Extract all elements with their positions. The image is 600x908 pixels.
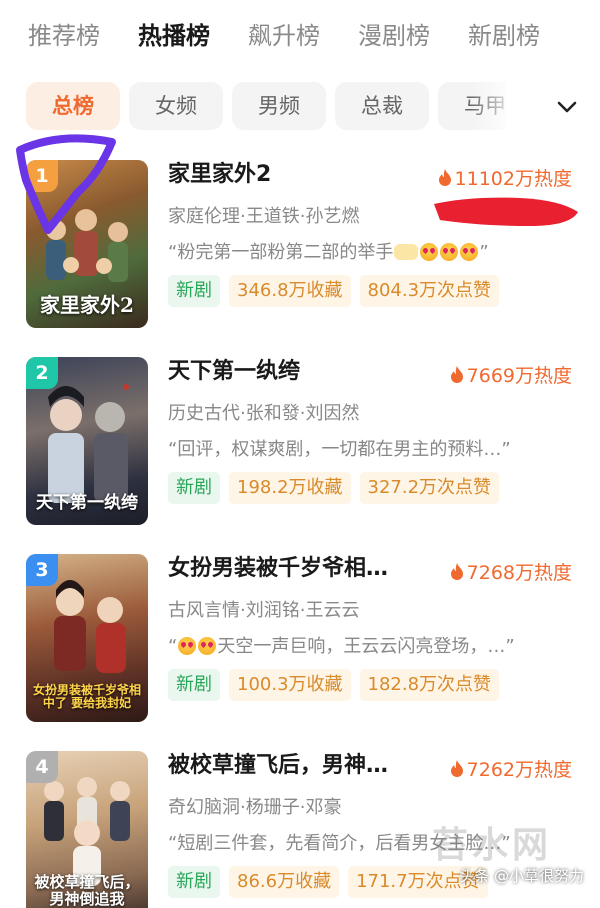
poster-title-text: 家里家外2 xyxy=(40,293,134,317)
drama-meta: 历史古代·张和發·刘因然 xyxy=(168,403,360,424)
drama-title[interactable]: 女扮男装被千岁爷相… xyxy=(168,554,408,584)
drama-tags: 新剧 346.8万收藏 804.3万次点赞 xyxy=(168,275,508,307)
drama-poster[interactable]: 2 天下第一纨绔 xyxy=(26,357,148,525)
new-drama-tag: 新剧 xyxy=(168,866,220,898)
favorites-count: 100.3万收藏 xyxy=(229,669,351,701)
drama-poster[interactable]: 4 被校草撞飞后，男神倒追我 xyxy=(26,751,148,908)
heat-value: 11102万热度 xyxy=(454,168,572,190)
heart-eyes-emoji-icon xyxy=(440,243,459,261)
drama-title[interactable]: 被校草撞飞后，男神… xyxy=(168,751,408,781)
heat-count: 7669万热度 xyxy=(450,361,572,388)
tab-new-drama[interactable]: 新剧榜 xyxy=(468,0,540,72)
poster-title-text: 天下第一纨绔 xyxy=(36,493,138,514)
drama-title[interactable]: 天下第一纨绔 xyxy=(168,357,408,387)
chip-female[interactable]: 女频 xyxy=(129,82,223,130)
heart-eyes-emoji-icon xyxy=(460,243,479,261)
drama-meta: 家庭伦理·王道铁·孙艺燃 xyxy=(168,206,360,227)
drama-poster[interactable]: 1 家里家外2 xyxy=(26,160,148,328)
favorites-count: 346.8万收藏 xyxy=(229,275,351,307)
likes-count: 804.3万次点赞 xyxy=(359,275,500,307)
heat-count: 11102万热度 xyxy=(438,164,572,191)
ranking-item[interactable]: 1 家里家外2 家里家外2 11102万热度 家庭伦理·王道铁·孙艺燃 “粉完第… xyxy=(0,150,600,347)
drama-info: 家里家外2 11102万热度 家庭伦理·王道铁·孙艺燃 “粉完第一部粉第二部的举… xyxy=(168,160,578,330)
quote-text: “粉完第一部粉第二部的举手 xyxy=(168,242,394,263)
heat-count: 7268万热度 xyxy=(450,558,572,585)
new-drama-tag: 新剧 xyxy=(168,669,220,701)
drama-quote: “ 天空一声巨响，王云云闪亮登场，…” xyxy=(168,632,568,658)
likes-count: 327.2万次点赞 xyxy=(359,472,500,504)
tab-recommend[interactable]: 推荐榜 xyxy=(28,0,100,72)
chip-ceo[interactable]: 总裁 xyxy=(335,82,429,130)
flame-icon xyxy=(450,563,463,580)
ranking-list: 1 家里家外2 家里家外2 11102万热度 家庭伦理·王道铁·孙艺燃 “粉完第… xyxy=(0,150,600,908)
drama-info: 天下第一纨绔 7669万热度 历史古代·张和發·刘因然 “回评，权谋爽剧，一切都… xyxy=(168,357,578,527)
quote-open-mark: “ xyxy=(168,636,178,657)
heat-value: 7268万热度 xyxy=(466,562,572,584)
flame-icon xyxy=(438,169,451,186)
heat-value: 7262万热度 xyxy=(466,759,572,781)
chip-fade-overlay xyxy=(470,82,540,132)
likes-count: 182.8万次点赞 xyxy=(359,669,500,701)
chip-overall[interactable]: 总榜 xyxy=(26,82,120,130)
author-watermark: 头条 @小草很努力 xyxy=(459,867,584,885)
tab-hot-playing[interactable]: 热播榜 xyxy=(138,0,210,72)
drama-tags: 新剧 86.6万收藏 171.7万次点赞 xyxy=(168,866,497,898)
drama-meta: 古风言情·刘润铭·王云云 xyxy=(168,600,360,621)
heat-value: 7669万热度 xyxy=(466,365,572,387)
drama-poster[interactable]: 3 女扮男装被千岁爷相中了 要给我封妃 xyxy=(26,554,148,722)
drama-quote: “回评，权谋爽剧，一切都在男主的预料…” xyxy=(168,439,511,460)
heart-eyes-emoji-icon xyxy=(178,637,197,655)
site-watermark: 苔水网 xyxy=(432,824,553,866)
chevron-down-icon[interactable] xyxy=(552,92,582,122)
drama-meta: 奇幻脑洞·杨珊子·邓豪 xyxy=(168,797,342,818)
tab-rising[interactable]: 飙升榜 xyxy=(248,0,320,72)
ranking-item[interactable]: 3 女扮男装被千岁爷相中了 要给我封妃 女扮男装被千岁爷相… 7268万热度 古… xyxy=(0,544,600,741)
new-drama-tag: 新剧 xyxy=(168,275,220,307)
rank-badge: 1 xyxy=(26,160,58,192)
ranking-item[interactable]: 2 天下第一纨绔 天下第一纨绔 7669万热度 历史古代·张和發·刘因然 “回评… xyxy=(0,347,600,544)
heat-count: 7262万热度 xyxy=(450,755,572,782)
drama-title[interactable]: 家里家外2 xyxy=(168,160,408,190)
favorites-count: 86.6万收藏 xyxy=(229,866,340,898)
drama-quote: “粉完第一部粉第二部的举手 ” xyxy=(168,238,568,264)
heart-eyes-emoji-icon xyxy=(198,637,217,655)
category-chip-row: 总榜女频男频总裁马甲 xyxy=(26,82,506,132)
flame-icon xyxy=(450,366,463,383)
poster-title-text: 被校草撞飞后，男神倒追我 xyxy=(34,873,140,908)
raised-hands-emoji-icon xyxy=(394,244,419,260)
rank-badge: 2 xyxy=(26,357,58,389)
rank-badge: 3 xyxy=(26,554,58,586)
category-filter-bar: 总榜女频男频总裁马甲 xyxy=(0,82,600,132)
flame-icon xyxy=(450,760,463,777)
chip-male[interactable]: 男频 xyxy=(232,82,326,130)
quote-close: ” xyxy=(479,242,489,263)
heart-eyes-emoji-icon xyxy=(420,243,439,261)
tab-comic-drama[interactable]: 漫剧榜 xyxy=(358,0,430,72)
quote-text: 天空一声巨响，王云云闪亮登场，…” xyxy=(217,636,515,657)
poster-title-text: 女扮男装被千岁爷相中了 要给我封妃 xyxy=(32,682,141,710)
rank-badge: 4 xyxy=(26,751,58,783)
drama-tags: 新剧 100.3万收藏 182.8万次点赞 xyxy=(168,669,508,701)
new-drama-tag: 新剧 xyxy=(168,472,220,504)
drama-tags: 新剧 198.2万收藏 327.2万次点赞 xyxy=(168,472,508,504)
drama-info: 女扮男装被千岁爷相… 7268万热度 古风言情·刘润铭·王云云 “ 天空一声巨响，… xyxy=(168,554,578,724)
favorites-count: 198.2万收藏 xyxy=(229,472,351,504)
ranking-tabs: 推荐榜 热播榜 飙升榜 漫剧榜 新剧榜 xyxy=(0,0,600,72)
